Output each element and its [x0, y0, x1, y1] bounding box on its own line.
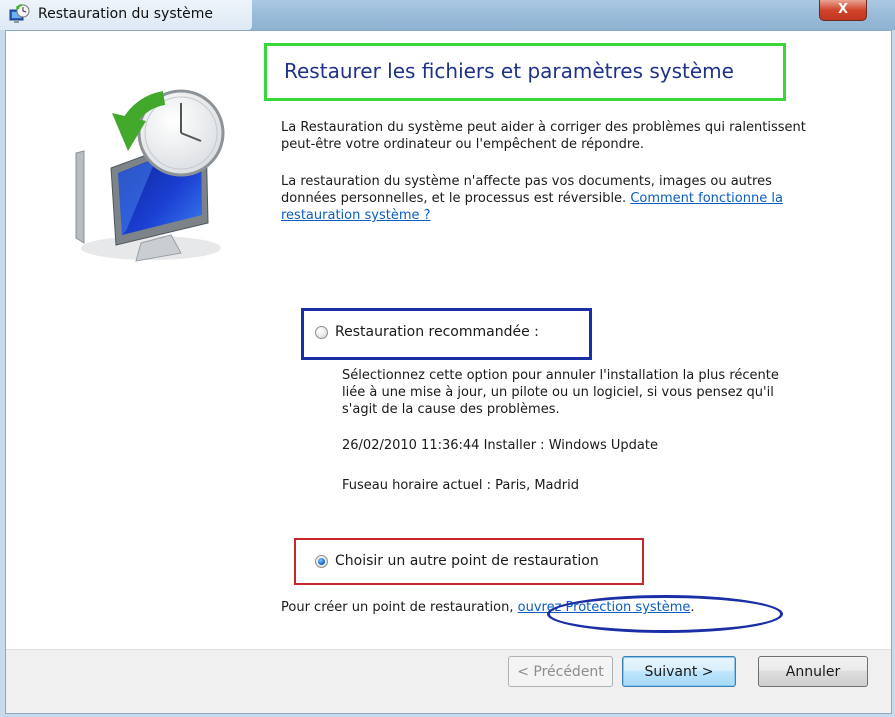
- intro-text: La Restauration du système peut aider à …: [281, 120, 806, 152]
- radio-choose-label: Choisir un autre point de restauration: [335, 553, 599, 569]
- system-restore-icon: [9, 4, 30, 23]
- info-paragraph: La restauration du système n'affecte pas…: [281, 173, 831, 224]
- title-tab: Restauration du système: [0, 0, 252, 30]
- recommended-description: Sélectionnez cette option pour annuler l…: [342, 368, 779, 417]
- dialog-client-area: Restaurer les fichiers et paramètres sys…: [5, 30, 892, 714]
- title-bar: Restauration du système X: [0, 0, 895, 30]
- create-restore-text: Pour créer un point de restauration,: [281, 600, 514, 615]
- radio-choose-restore-point[interactable]: Choisir un autre point de restauration: [315, 553, 599, 569]
- radio-button-checked[interactable]: [315, 554, 328, 568]
- window-frame: Restaurer les fichiers et paramètres sys…: [0, 30, 895, 717]
- next-button[interactable]: Suivant >: [622, 656, 736, 687]
- page-title: Restaurer les fichiers et paramètres sys…: [284, 59, 734, 83]
- radio-button-unchecked[interactable]: [315, 325, 328, 339]
- radio-recommended-label: Restauration recommandée :: [335, 324, 539, 340]
- window-title: Restauration du système: [38, 6, 213, 22]
- cancel-button[interactable]: Annuler: [758, 656, 868, 687]
- radio-recommended-restore[interactable]: Restauration recommandée :: [315, 324, 539, 340]
- restore-point-info: 26/02/2010 11:36:44 Installer : Windows …: [342, 438, 658, 453]
- close-button[interactable]: X: [819, 0, 867, 21]
- timezone-info: Fuseau horaire actuel : Paris, Madrid: [342, 478, 579, 493]
- previous-button[interactable]: < Précédent: [508, 656, 613, 687]
- system-protection-highlight-ellipse: [547, 595, 783, 633]
- computer-clock-illustration-icon: [75, 89, 225, 262]
